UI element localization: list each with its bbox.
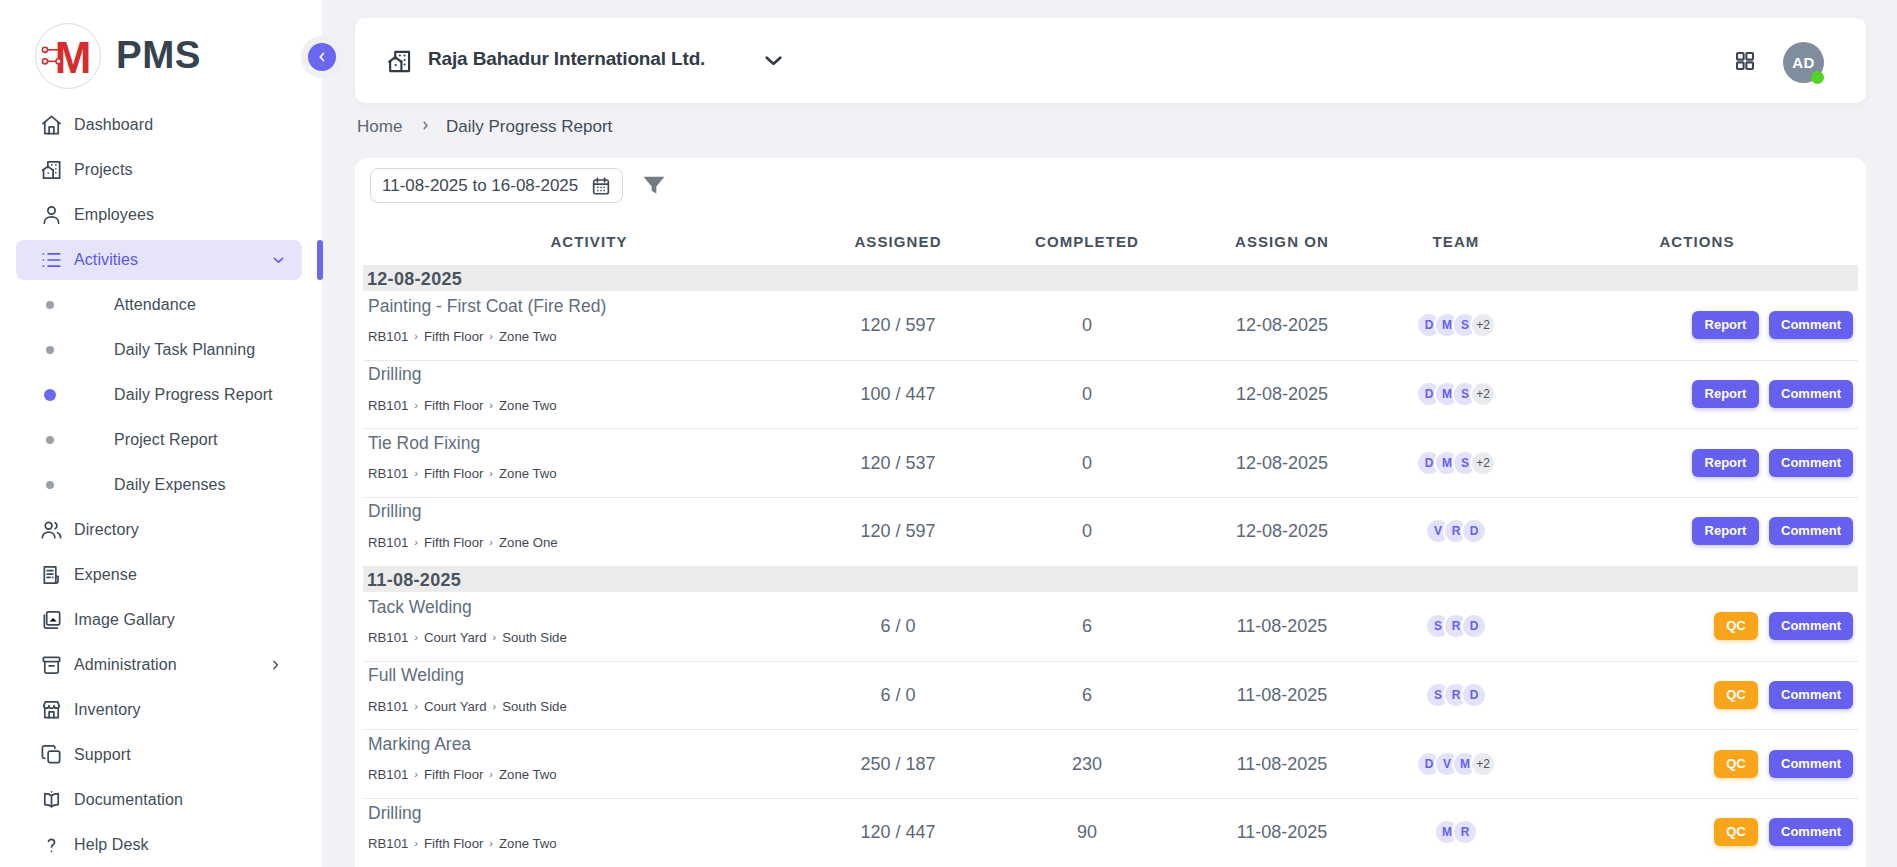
svg-text:M: M xyxy=(55,33,92,82)
